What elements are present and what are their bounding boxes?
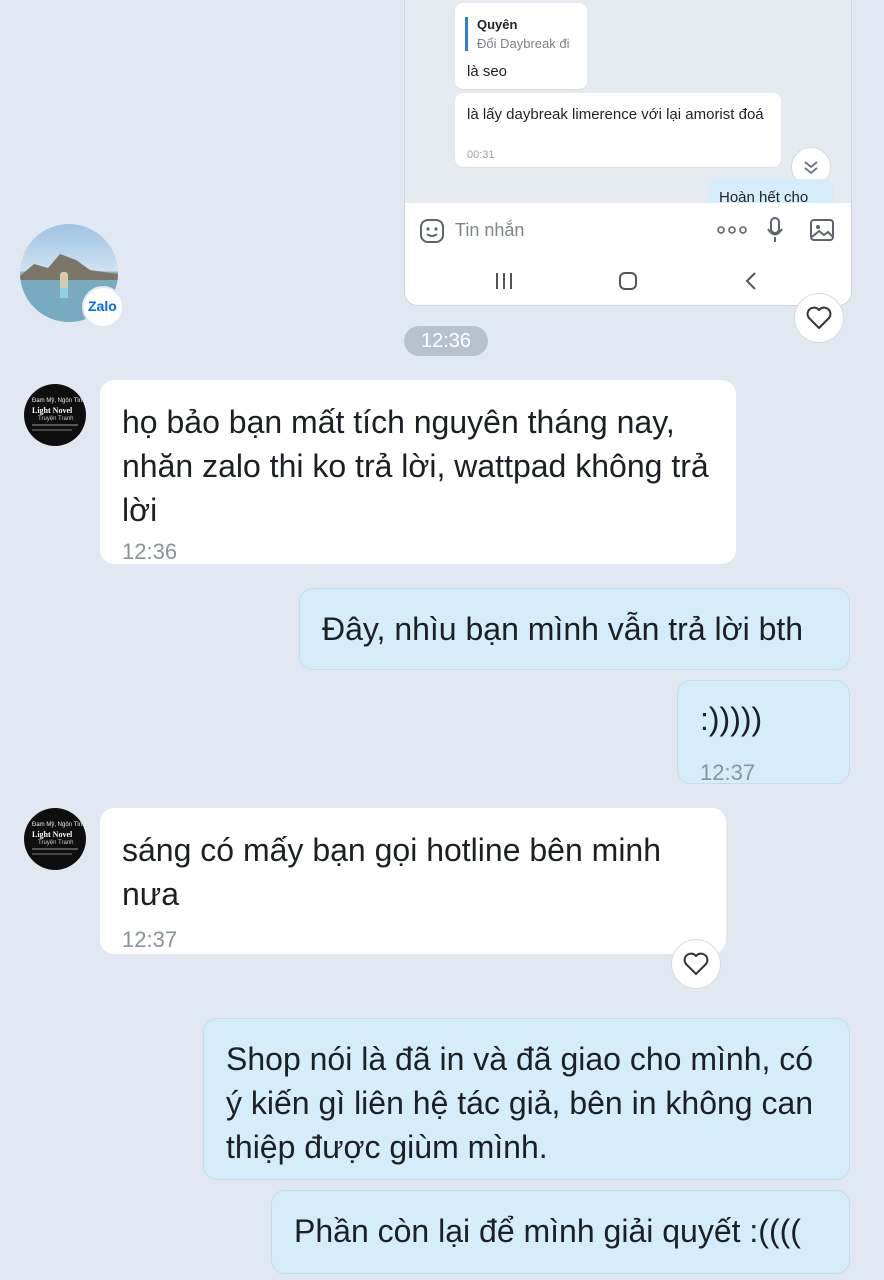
zalo-badge: Zalo bbox=[82, 286, 124, 328]
sender-avatar[interactable]: Đam Mỹ, Ngôn Tình Light Novel Truyện Tra… bbox=[24, 808, 86, 870]
message-input-bar: Tin nhắn bbox=[405, 203, 851, 257]
avatar-decor-line bbox=[32, 424, 78, 426]
react-heart-button[interactable] bbox=[671, 939, 721, 989]
outgoing-message[interactable]: :))))) 12:37 bbox=[677, 680, 850, 785]
incoming-message[interactable]: họ bảo bạn mất tích nguyên tháng nay, nh… bbox=[100, 380, 736, 564]
sticker-icon[interactable] bbox=[419, 218, 445, 244]
android-nav-bar bbox=[405, 257, 851, 305]
embedded-screenshot: Quyên Đổi Daybreak đi là seo là lấy dayb… bbox=[404, 0, 852, 306]
message-text: họ bảo bạn mất tích nguyên tháng nay, nh… bbox=[122, 404, 709, 528]
message-text: Đây, nhìu bạn mình vẫn trả lời bth bbox=[322, 611, 804, 647]
time-divider: 12:36 bbox=[404, 326, 488, 356]
message-text: Phần còn lại để mình giải quyết :(((( bbox=[294, 1213, 801, 1249]
avatar-text-line1: Đam Mỹ, Ngôn Tình bbox=[32, 398, 86, 404]
avatar-text-line3: Truyện Tranh bbox=[38, 416, 74, 422]
more-options-icon[interactable] bbox=[717, 223, 747, 237]
mini-message-bubble: là lấy daybreak limerence với lại amoris… bbox=[455, 93, 781, 167]
message-time: 12:37 bbox=[122, 927, 178, 952]
outgoing-message[interactable]: Phần còn lại để mình giải quyết :(((( bbox=[271, 1190, 850, 1274]
message-text: sáng có mấy bạn gọi hotline bên minh nưa bbox=[122, 832, 662, 912]
message-input[interactable]: Tin nhắn bbox=[455, 220, 524, 241]
mini-message-time: 00:31 bbox=[467, 149, 495, 161]
avatar-text-line2: Light Novel bbox=[32, 830, 73, 839]
back-icon[interactable] bbox=[743, 270, 759, 292]
quote-sender-name: Quyên bbox=[477, 17, 518, 32]
avatar-text-line2: Light Novel bbox=[32, 406, 73, 415]
message-text: :))))) bbox=[700, 701, 763, 737]
heart-icon bbox=[806, 306, 832, 329]
quote-text: Đổi Daybreak đi bbox=[477, 36, 570, 51]
outgoing-message[interactable]: Shop nói là đã in và đã giao cho mình, c… bbox=[203, 1018, 850, 1180]
incoming-message[interactable]: sáng có mấy bạn gọi hotline bên minh nưa… bbox=[100, 808, 726, 954]
recent-apps-icon[interactable] bbox=[493, 271, 515, 291]
avatar-decor-line bbox=[32, 853, 72, 855]
sender-avatar[interactable]: Đam Mỹ, Ngôn Tình Light Novel Truyện Tra… bbox=[24, 384, 86, 446]
avatar-text-line1: Đam Mỹ, Ngôn Tình bbox=[32, 822, 86, 828]
reply-text: là seo bbox=[467, 63, 508, 80]
avatar-decor-line bbox=[32, 848, 78, 850]
quote-block: Quyên Đổi Daybreak đi bbox=[465, 17, 570, 51]
zalo-logo-text: Zalo bbox=[88, 298, 117, 314]
mini-message-text: là lấy daybreak limerence với lại amoris… bbox=[467, 106, 764, 123]
image-icon[interactable] bbox=[809, 217, 835, 243]
react-heart-button[interactable] bbox=[794, 293, 844, 343]
message-time: 12:36 bbox=[122, 539, 178, 564]
avatar-text-line3: Truyện Tranh bbox=[38, 840, 74, 846]
avatar-decor-line bbox=[32, 429, 72, 431]
message-text: Shop nói là đã in và đã giao cho mình, c… bbox=[226, 1041, 814, 1165]
message-time: 12:37 bbox=[700, 760, 756, 785]
heart-icon bbox=[683, 952, 709, 975]
home-icon[interactable] bbox=[617, 270, 639, 292]
quoted-reply-bubble: Quyên Đổi Daybreak đi là seo bbox=[455, 3, 587, 89]
outgoing-message[interactable]: Đây, nhìu bạn mình vẫn trả lời bth bbox=[299, 588, 850, 670]
microphone-icon[interactable] bbox=[765, 216, 785, 244]
